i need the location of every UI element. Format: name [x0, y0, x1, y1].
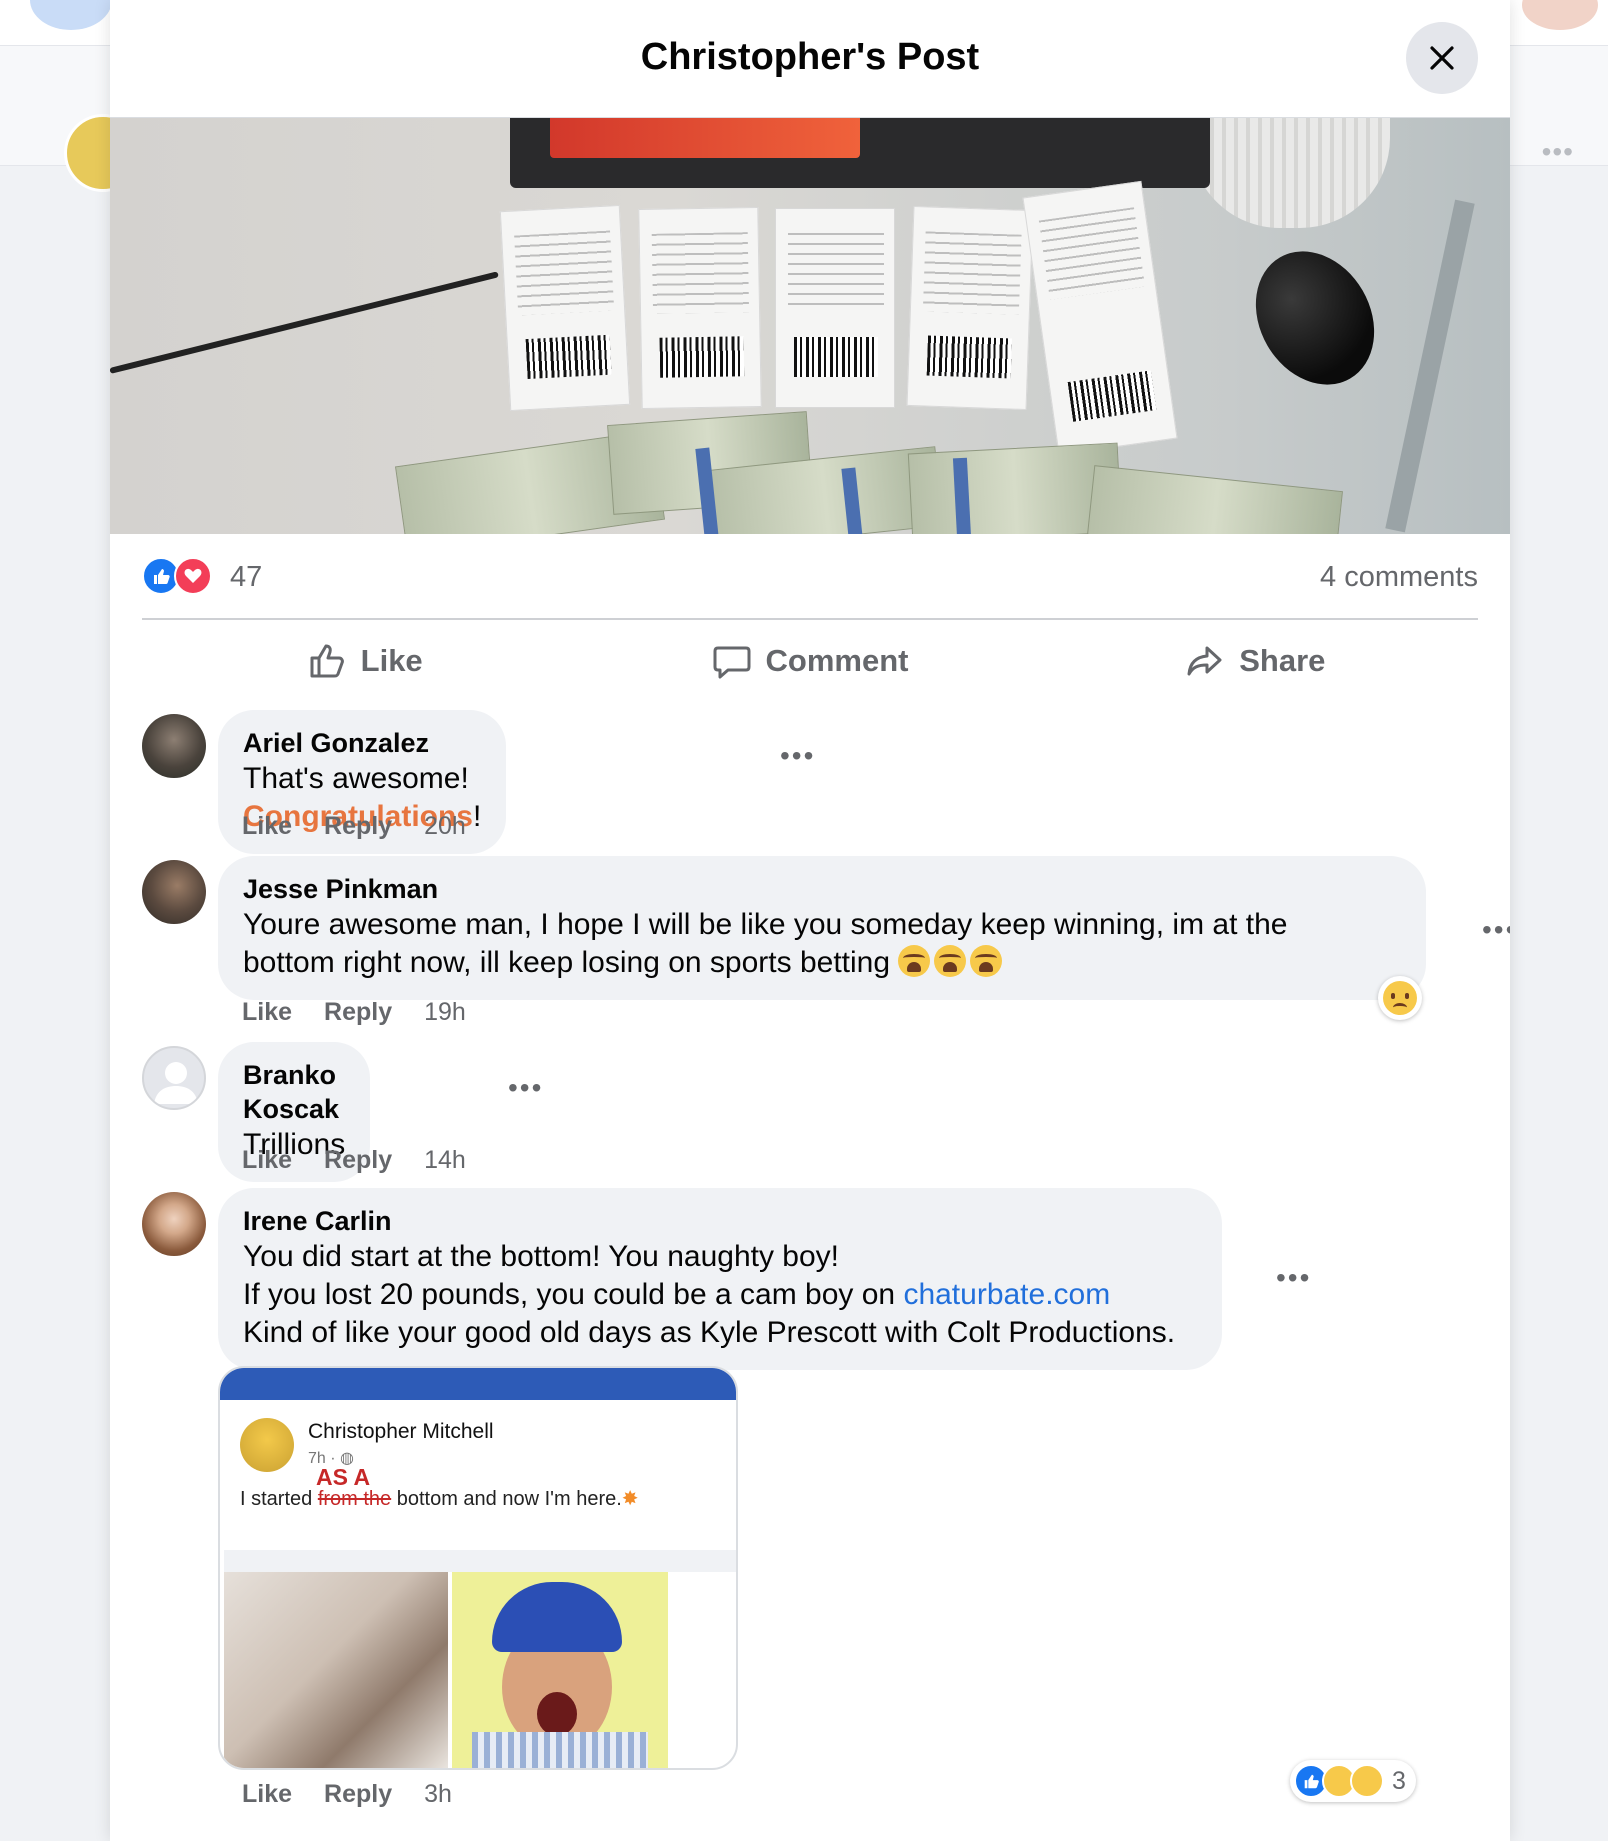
modal-title: Christopher's Post: [640, 36, 980, 78]
comment-text-part: !: [473, 800, 482, 833]
comment-like-button[interactable]: Like: [242, 812, 292, 841]
attachment-author: Christopher Mitchell: [308, 1420, 494, 1443]
comment-reaction-count: 3: [1392, 1766, 1406, 1795]
commenter-name[interactable]: Irene Carlin: [243, 1204, 1197, 1238]
default-avatar-icon: [154, 1062, 198, 1104]
commenter-name[interactable]: Jesse Pinkman: [243, 872, 1401, 906]
more-options-icon[interactable]: •••: [1276, 1262, 1311, 1294]
comment-attachment-image[interactable]: Christopher Mitchell 7h · ◍ I started fr…: [218, 1366, 738, 1770]
close-button[interactable]: [1406, 22, 1478, 94]
comment-link[interactable]: chaturbate.com: [903, 1278, 1110, 1311]
comment-label: Comment: [765, 643, 909, 678]
comment-time[interactable]: 19h: [424, 998, 466, 1027]
share-button[interactable]: Share: [1033, 628, 1478, 694]
comment-reply-button[interactable]: Reply: [324, 1146, 392, 1175]
facebook-logo: [30, 0, 112, 30]
betting-ticket: [906, 205, 1034, 411]
more-options-icon: •••: [1541, 136, 1574, 167]
comment-count[interactable]: 4 comments: [1320, 561, 1478, 594]
stats-divider: [142, 618, 1478, 620]
comment-text-part: bottom right now, ill keep losing on spo…: [243, 946, 891, 979]
comment-reply-button[interactable]: Reply: [324, 812, 392, 841]
betting-ticket: [638, 206, 762, 410]
wow-icon: [1350, 1764, 1384, 1798]
avatar[interactable]: [142, 714, 206, 778]
comment-like-button[interactable]: Like: [242, 998, 292, 1027]
comment-text-line: bottom right now, ill keep losing on spo…: [243, 944, 1401, 982]
betting-ticket: [499, 204, 631, 412]
comment-reply-button[interactable]: Reply: [324, 1780, 392, 1809]
comment-text-line: Youre awesome man, I hope I will be like…: [243, 908, 1288, 941]
comment-text-line: You did start at the bottom! You naughty…: [243, 1240, 840, 1273]
reaction-icons[interactable]: [142, 557, 212, 595]
like-button[interactable]: Like: [142, 628, 587, 694]
more-options-icon[interactable]: •••: [780, 740, 815, 772]
like-label: Like: [360, 643, 423, 678]
attachment-header-bar: [220, 1368, 736, 1400]
attachment-text-part: I started: [240, 1488, 318, 1510]
post-actions: Like Comment Share: [142, 628, 1478, 694]
comment-time[interactable]: 20h: [424, 812, 466, 841]
comment-text-line: If you lost 20 pounds, you could be a ca…: [243, 1276, 1197, 1314]
commenter-name[interactable]: Branko Koscak: [243, 1058, 345, 1126]
post-photo[interactable]: [110, 118, 1510, 534]
photo-cap: [492, 1582, 622, 1652]
attachment-post-card: Christopher Mitchell 7h · ◍ I started fr…: [224, 1400, 732, 1550]
photo-mouth: [537, 1692, 577, 1736]
comment-time[interactable]: 14h: [424, 1146, 466, 1175]
comment-meta: Like Reply 19h: [242, 998, 466, 1027]
commenter-name[interactable]: Ariel Gonzalez: [243, 726, 481, 760]
comment-button[interactable]: Comment: [587, 628, 1032, 694]
sparkle-icon: ✸: [621, 1488, 639, 1510]
close-icon: [1430, 46, 1454, 70]
sad-reaction[interactable]: [1378, 976, 1422, 1020]
comment-icon: [713, 646, 751, 679]
photo-shirt: [472, 1732, 648, 1768]
attachment-text-part: bottom and now I'm here.: [391, 1488, 622, 1510]
sad-icon: [1383, 981, 1417, 1015]
comment-like-button[interactable]: Like: [242, 1146, 292, 1175]
modal-header: Christopher's Post: [110, 0, 1510, 118]
avatar[interactable]: [142, 1192, 206, 1256]
share-label: Share: [1239, 643, 1326, 678]
comment-text-part: If you lost 20 pounds, you could be a ca…: [243, 1278, 904, 1311]
attachment-photo-left: [224, 1572, 448, 1768]
comment-bubble: Irene Carlin You did start at the bottom…: [218, 1188, 1222, 1370]
avatar[interactable]: [142, 860, 206, 924]
post-stats: 47 4 comments: [142, 545, 1478, 621]
comment-meta: Like Reply 20h: [242, 812, 466, 841]
overwrite-text: AS A: [316, 1464, 371, 1490]
more-options-icon[interactable]: •••: [508, 1072, 543, 1104]
avatar[interactable]: [142, 1046, 206, 1110]
post-modal: Christopher's Post 47 4 comments Like Co…: [110, 0, 1510, 1841]
profile-avatar: [1522, 0, 1598, 30]
photo-laptop-screen: [550, 118, 860, 158]
attachment-avatar: [240, 1418, 294, 1472]
comment-bubble: Jesse Pinkman Youre awesome man, I hope …: [218, 856, 1426, 1000]
share-icon: [1187, 646, 1222, 676]
comment-meta: Like Reply 14h: [242, 1146, 466, 1175]
love-icon: [174, 557, 212, 595]
comment-text-line: Kind of like your good old days as Kyle …: [243, 1316, 1176, 1349]
reaction-count[interactable]: 47: [230, 561, 262, 594]
attachment-text: I started from the bottom and now I'm he…: [240, 1486, 639, 1511]
comment-like-button[interactable]: Like: [242, 1780, 292, 1809]
more-options-icon[interactable]: •••: [1482, 914, 1510, 946]
comment-text-part: That's awesome!: [243, 762, 469, 795]
struck-text: from the: [317, 1488, 392, 1510]
comment-reply-button[interactable]: Reply: [324, 998, 392, 1027]
attachment-separator: [224, 1550, 736, 1572]
attachment-photo-right: [452, 1572, 668, 1768]
comment-time[interactable]: 3h: [424, 1780, 452, 1809]
betting-ticket: [775, 208, 895, 408]
comment-meta: Like Reply 3h: [242, 1780, 452, 1809]
thumbs-up-icon: [310, 644, 344, 678]
crying-face-icon: [898, 945, 931, 977]
crying-face-icon: [970, 945, 1003, 977]
crying-face-icon: [934, 945, 967, 977]
comment-reactions[interactable]: 3: [1290, 1760, 1416, 1802]
